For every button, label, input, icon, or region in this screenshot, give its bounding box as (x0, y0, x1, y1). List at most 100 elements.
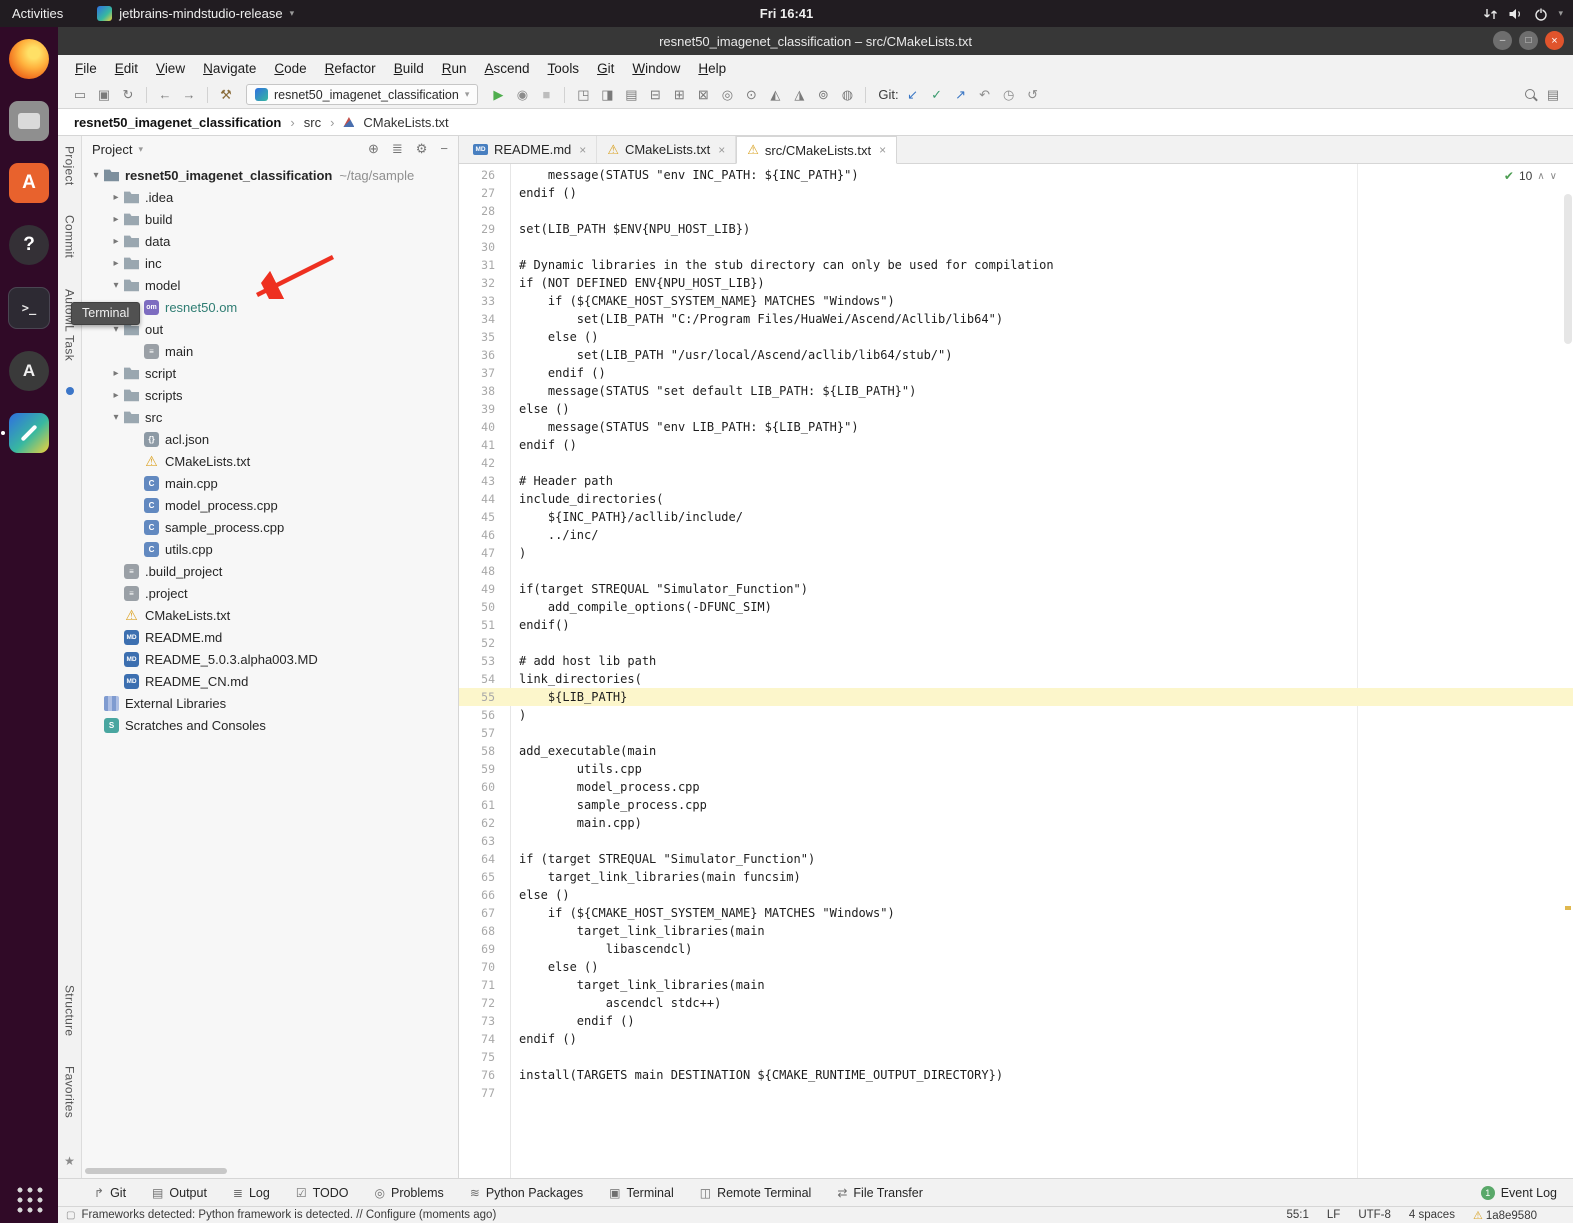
system-tray[interactable]: ▾ (1483, 7, 1563, 21)
expand-all-icon[interactable]: ≣ (392, 141, 403, 157)
line-number[interactable]: 66 (459, 888, 509, 902)
line-number[interactable]: 39 (459, 402, 509, 416)
git-rollback-icon[interactable]: ↶ (973, 87, 997, 103)
line-number[interactable]: 46 (459, 528, 509, 542)
open-terminal-icon[interactable]: ◳ (571, 87, 595, 103)
tree-item-utils-cpp[interactable]: Cutils.cpp (82, 538, 458, 560)
line-number[interactable]: 51 (459, 618, 509, 632)
sync-icon[interactable]: ↻ (116, 87, 140, 103)
settings-icon[interactable]: ⚙ (416, 141, 428, 157)
tree-item-build[interactable]: ▸ build (82, 208, 458, 230)
mindstudio-icon[interactable] (1, 413, 49, 453)
activities-button[interactable]: Activities (0, 0, 75, 27)
tree-item-script[interactable]: ▸ script (82, 362, 458, 384)
line-number[interactable]: 31 (459, 258, 509, 272)
revision-widget[interactable]: ⚠ 1a8e9580 (1473, 1209, 1537, 1222)
tree-item--build-project[interactable]: ≡ .build_project (82, 560, 458, 582)
menu-navigate[interactable]: Navigate (194, 58, 265, 79)
build-icon[interactable]: ⚒ (214, 87, 238, 103)
tree-item-cmakelists-txt[interactable]: ⚠ CMakeLists.txt (82, 604, 458, 626)
show-applications-icon[interactable] (15, 1185, 43, 1213)
chevron-right-icon[interactable]: ▸ (108, 214, 124, 225)
line-number[interactable]: 48 (459, 564, 509, 578)
tree-item-scratches-and-consoles[interactable]: S Scratches and Consoles (82, 714, 458, 736)
line-number[interactable]: 73 (459, 1014, 509, 1028)
line-number[interactable]: 40 (459, 420, 509, 434)
tool-tab-python-packages[interactable]: ≋ Python Packages (470, 1186, 583, 1200)
menu-file[interactable]: File (66, 58, 106, 79)
minimize-button[interactable]: – (1493, 31, 1512, 50)
chevron-down-icon[interactable]: ▾ (138, 144, 143, 155)
line-number[interactable]: 77 (459, 1086, 509, 1100)
tree-item-sample-process-cpp[interactable]: Csample_process.cpp (82, 516, 458, 538)
tree-item--project[interactable]: ≡ .project (82, 582, 458, 604)
tool-tab-terminal[interactable]: ▣ Terminal (609, 1186, 674, 1200)
find-usages-icon[interactable]: ◍ (835, 87, 859, 103)
close-button[interactable]: × (1545, 31, 1564, 50)
line-number[interactable]: 55 (459, 690, 509, 704)
breadcrumb-file[interactable]: CMakeLists.txt (363, 115, 448, 130)
help-icon[interactable] (9, 225, 49, 265)
horizontal-scrollbar[interactable] (85, 1168, 227, 1174)
chevron-down-icon[interactable]: ▾ (108, 280, 124, 291)
deploy-icon[interactable]: ◨ (595, 87, 619, 103)
app-menu[interactable]: jetbrains-mindstudio-release ▾ (97, 6, 294, 21)
caret-position[interactable]: 55:1 (1287, 1209, 1309, 1221)
line-number[interactable]: 26 (459, 168, 509, 182)
git-revert-icon[interactable]: ↺ (1021, 87, 1045, 103)
tree-item-external-libraries[interactable]: External Libraries (82, 692, 458, 714)
favorites-star-icon[interactable]: ★ (64, 1154, 75, 1168)
line-number[interactable]: 62 (459, 816, 509, 830)
tree-item-acl-json[interactable]: {} acl.json (82, 428, 458, 450)
line-number[interactable]: 45 (459, 510, 509, 524)
menu-git[interactable]: Git (588, 58, 623, 79)
line-number[interactable]: 29 (459, 222, 509, 236)
stripe-item-project[interactable]: Project (63, 146, 77, 185)
tree-item-scripts[interactable]: ▸ scripts (82, 384, 458, 406)
stripe-item-favorites[interactable]: Favorites (63, 1066, 77, 1118)
menu-view[interactable]: View (147, 58, 194, 79)
line-number[interactable]: 50 (459, 600, 509, 614)
back-icon[interactable]: ← (153, 87, 177, 102)
line-number[interactable]: 56 (459, 708, 509, 722)
line-number[interactable]: 60 (459, 780, 509, 794)
line-number[interactable]: 61 (459, 798, 509, 812)
line-number[interactable]: 28 (459, 204, 509, 218)
line-number[interactable]: 65 (459, 870, 509, 884)
firefox-icon[interactable] (9, 39, 49, 79)
prev-problem-icon[interactable]: ∧ (1537, 171, 1544, 182)
run-configuration-select[interactable]: resnet50_imagenet_classification ▾ (246, 84, 479, 105)
chevron-right-icon[interactable]: ▸ (108, 236, 124, 247)
automl-icon[interactable] (65, 386, 74, 395)
line-number[interactable]: 72 (459, 996, 509, 1010)
maximize-button[interactable]: □ (1519, 31, 1538, 50)
tree-item-readme-5-0-3-alpha003-md[interactable]: MD README_5.0.3.alpha003.MD (82, 648, 458, 670)
line-number[interactable]: 27 (459, 186, 509, 200)
chevron-right-icon[interactable]: ▸ (108, 258, 124, 269)
tool-tab-output[interactable]: ▤ Output (152, 1186, 207, 1200)
line-number[interactable]: 47 (459, 546, 509, 560)
simulator-icon[interactable]: ◭ (763, 87, 787, 103)
tool-tab-remote-terminal[interactable]: ◫ Remote Terminal (700, 1186, 812, 1200)
breadcrumb-src[interactable]: src (304, 115, 321, 130)
structure-popup-icon[interactable]: ▤ (1541, 87, 1565, 103)
line-number[interactable]: 71 (459, 978, 509, 992)
git-push-icon[interactable]: ↗ (949, 87, 973, 103)
line-number[interactable]: 57 (459, 726, 509, 740)
event-log-button[interactable]: 1 Event Log (1480, 1185, 1557, 1200)
line-number[interactable]: 70 (459, 960, 509, 974)
line-number[interactable]: 34 (459, 312, 509, 326)
editor-tab-readme-md[interactable]: MD README.md × (463, 136, 598, 163)
compare-icon[interactable]: ◮ (787, 87, 811, 103)
tree-item-main-cpp[interactable]: Cmain.cpp (82, 472, 458, 494)
project-panel-title[interactable]: Project (92, 142, 132, 157)
hide-icon[interactable]: − (440, 141, 448, 157)
line-number[interactable]: 64 (459, 852, 509, 866)
open-icon[interactable]: ▭ (68, 87, 92, 103)
tab-close-icon[interactable]: × (718, 143, 725, 157)
line-number[interactable]: 68 (459, 924, 509, 938)
code-editor[interactable]: 26 message(STATUS "env INC_PATH: ${INC_P… (459, 164, 1573, 1178)
title-bar[interactable]: resnet50_imagenet_classification – src/C… (58, 27, 1573, 55)
menu-help[interactable]: Help (689, 58, 735, 79)
tool-tab-log[interactable]: ≣ Log (233, 1186, 270, 1200)
